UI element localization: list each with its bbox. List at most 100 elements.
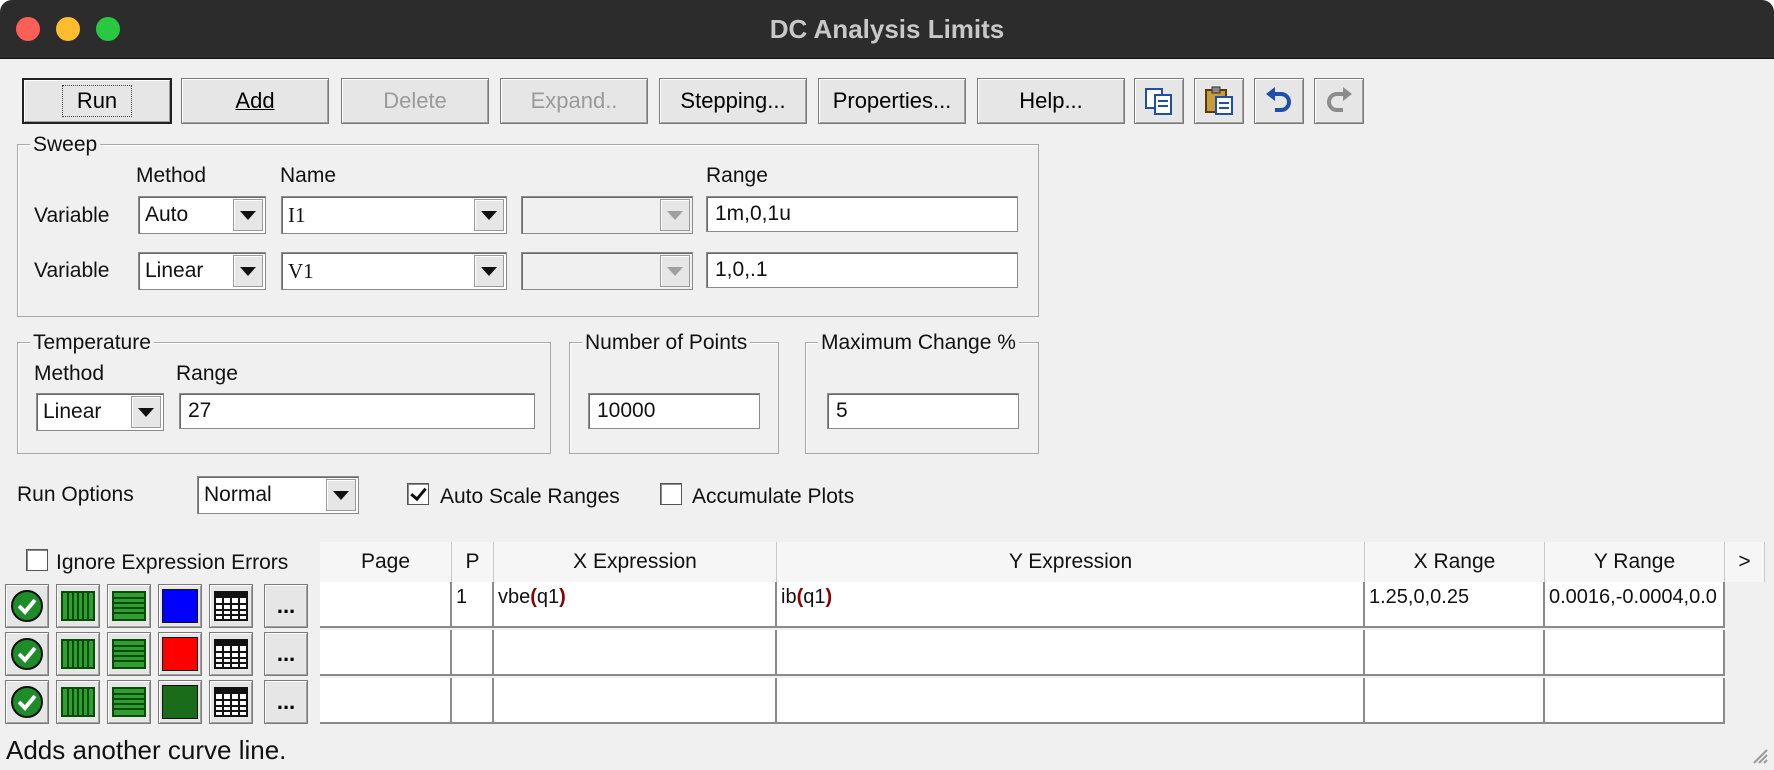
variable-2-method-select[interactable]: Linear [138,252,266,290]
horizontal-grid-button[interactable] [107,584,151,628]
cell-x-expression[interactable] [494,678,777,724]
check-circle-icon [11,686,43,718]
curve-color-button[interactable] [158,632,202,676]
curve-enable-button[interactable] [5,632,49,676]
variable-1-range-input[interactable] [706,196,1018,232]
add-button[interactable]: Add [181,78,329,124]
cell-x-range[interactable]: 1.25,0,0.25 [1365,582,1545,628]
table-icon [214,591,248,621]
copy-button[interactable] [1134,78,1184,124]
horizontal-grid-icon [112,639,146,669]
data-table-button[interactable] [209,584,253,628]
run-options-select[interactable]: Normal [197,476,359,514]
variable-1-method-select[interactable]: Auto [138,196,266,234]
cell-y-expression[interactable] [777,678,1365,724]
vertical-grid-icon [61,591,95,621]
resize-grip-icon[interactable] [1750,746,1768,764]
cell-p[interactable] [452,678,494,724]
variable-2-name-select[interactable]: V1 [281,252,507,290]
vertical-grid-button[interactable] [56,632,100,676]
temperature-range-input[interactable] [179,393,535,429]
chevron-down-icon[interactable] [131,396,161,428]
help-button[interactable]: Help... [977,78,1125,124]
cell-y-expression[interactable]: ib(q1) [777,582,1365,628]
status-bar: Adds another curve line. [6,735,287,765]
variable-1-extra-select[interactable] [521,196,693,234]
data-table-button[interactable] [209,632,253,676]
variable-2-range-input[interactable] [706,252,1018,288]
chevron-down-icon[interactable] [474,199,504,231]
run-button[interactable]: Run [22,78,172,124]
stepping-button[interactable]: Stepping... [659,78,807,124]
cell-page[interactable] [320,630,452,676]
color-swatch [162,637,198,671]
column-header-y-range[interactable]: Y Range [1545,542,1725,582]
variable-2-extra-select[interactable] [521,252,693,290]
cell-x-range[interactable] [1365,630,1545,676]
chevron-down-icon[interactable] [474,255,504,287]
curve-enable-button[interactable] [5,584,49,628]
column-header-x-range[interactable]: X Range [1365,542,1545,582]
horizontal-grid-icon [112,687,146,717]
ignore-expression-errors-label: Ignore Expression Errors [56,551,289,574]
cell-x-expression[interactable] [494,630,777,676]
temperature-method-select[interactable]: Linear [36,393,164,431]
curve-more-button[interactable]: ... [264,584,308,628]
curve-color-button[interactable] [158,680,202,724]
delete-button[interactable]: Delete [341,78,489,124]
curve-enable-button[interactable] [5,680,49,724]
curve-more-button[interactable]: ... [264,680,308,724]
color-swatch [162,589,198,623]
undo-button[interactable] [1254,78,1304,124]
cell-p[interactable]: 1 [452,582,494,628]
variable-1-name-select[interactable]: I1 [281,196,507,234]
chevron-down-icon[interactable] [233,255,263,287]
variable-1-label: Variable [34,204,110,227]
cell-page[interactable] [320,678,452,724]
horizontal-grid-button[interactable] [107,680,151,724]
data-table-button[interactable] [209,680,253,724]
cell-x-expression[interactable]: vbe(q1) [494,582,777,628]
column-header-x-expression[interactable]: X Expression [494,542,777,582]
cell-page[interactable] [320,582,452,628]
horizontal-grid-icon [112,591,146,621]
cell-p[interactable] [452,630,494,676]
auto-scale-ranges-checkbox[interactable] [407,483,429,505]
vertical-grid-button[interactable] [56,584,100,628]
column-header-p[interactable]: P [452,542,494,582]
curve-color-button[interactable] [158,584,202,628]
redo-button[interactable] [1314,78,1364,124]
cell-x-range[interactable] [1365,678,1545,724]
sweep-method-header: Method [136,164,207,187]
expand-button[interactable]: Expand.. [500,78,648,124]
column-scroll-right[interactable]: > [1725,542,1765,582]
cell-y-range[interactable]: 0.0016,-0.0004,0.0 [1545,582,1725,628]
column-header-page[interactable]: Page [320,542,452,582]
properties-button[interactable]: Properties... [818,78,966,124]
copy-icon [1145,88,1172,115]
color-swatch [162,685,198,719]
check-circle-icon [11,590,43,622]
cell-y-range[interactable] [1545,630,1725,676]
number-of-points-legend: Number of Points [582,331,751,355]
cell-y-range[interactable] [1545,678,1725,724]
vertical-grid-button[interactable] [56,680,100,724]
number-of-points-input[interactable] [588,393,760,429]
cell-y-expression[interactable] [777,630,1365,676]
curve-more-button[interactable]: ... [264,632,308,676]
maximum-change-input[interactable] [827,393,1019,429]
column-header-y-expression[interactable]: Y Expression [777,542,1365,582]
paste-button[interactable] [1194,78,1244,124]
chevron-down-icon[interactable] [233,199,263,231]
ignore-expression-errors-checkbox[interactable] [26,549,48,571]
window-title: DC Analysis Limits [769,14,1005,44]
chevron-down-icon [660,199,690,231]
variable-2-label: Variable [34,259,110,282]
accumulate-plots-checkbox[interactable] [660,483,682,505]
run-options-label: Run Options [17,483,134,506]
sweep-legend: Sweep [30,133,101,157]
chevron-down-icon[interactable] [326,479,356,511]
auto-scale-ranges-label: Auto Scale Ranges [440,485,620,508]
horizontal-grid-button[interactable] [107,632,151,676]
redo-icon [1327,87,1352,112]
